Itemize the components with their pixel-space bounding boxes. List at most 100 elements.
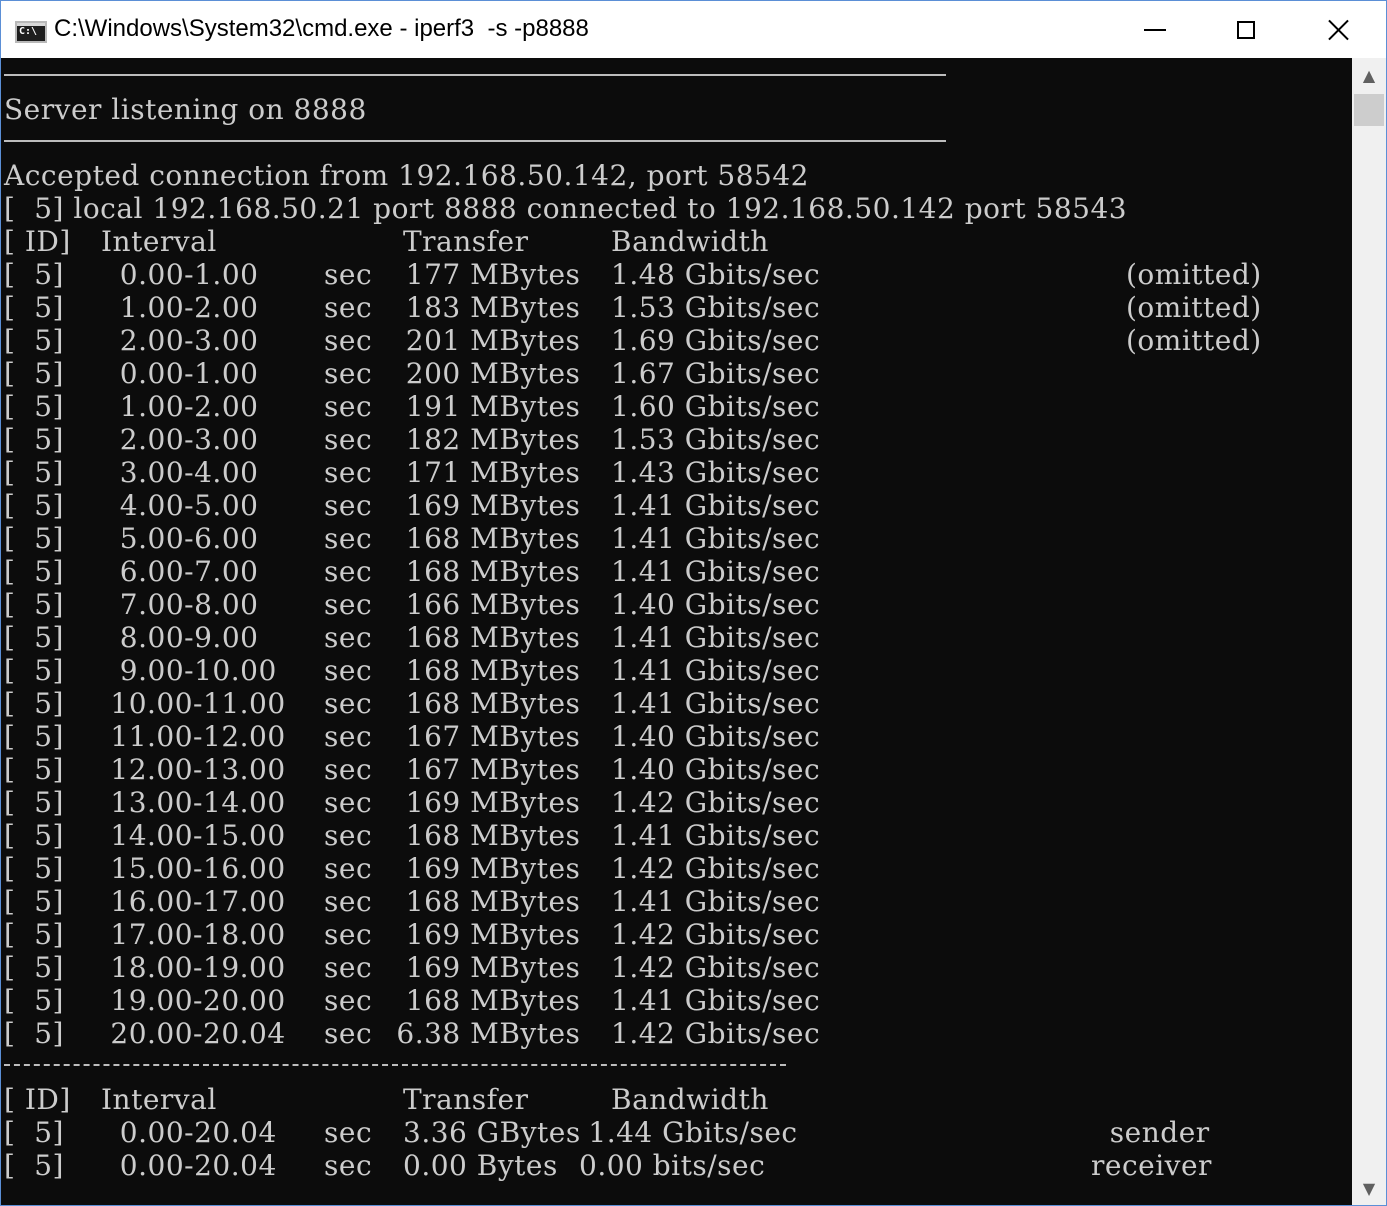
cell-transfer: 6.38 MBytes [387, 1017, 581, 1050]
cell-transfer: 169 MBytes [387, 852, 581, 885]
header-bandwidth: Bandwidth [611, 225, 769, 258]
cell-interval: 10.00-11.00 [101, 687, 286, 720]
cell-unit: sec [324, 753, 373, 786]
cell-interval: 4.00-5.00 [101, 489, 259, 522]
cell-note: receiver [1091, 1149, 1212, 1182]
cell-id: [ 5] [4, 786, 64, 819]
cell-interval: 12.00-13.00 [101, 753, 286, 786]
cell-note: (omitted) [1126, 258, 1262, 291]
cell-transfer: 169 MBytes [387, 951, 581, 984]
cell-interval: 1.00-2.00 [101, 291, 259, 324]
cell-unit: sec [324, 885, 373, 918]
scroll-up-icon[interactable]: ▲ [1352, 58, 1386, 92]
cell-bandwidth: 1.42 Gbits/sec [611, 1017, 821, 1050]
cell-bandwidth: 1.40 Gbits/sec [611, 588, 821, 621]
cell-interval: 0.00-1.00 [101, 258, 259, 291]
cell-interval: 8.00-9.00 [101, 621, 259, 654]
cell-unit: sec [324, 588, 373, 621]
cell-transfer: 3.36 GBytes [403, 1116, 581, 1149]
cell-interval: 5.00-6.00 [101, 522, 259, 555]
cell-unit: sec [324, 258, 373, 291]
cell-bandwidth: 1.41 Gbits/sec [611, 621, 821, 654]
cell-interval: 15.00-16.00 [101, 852, 286, 885]
cell-interval: 6.00-7.00 [101, 555, 259, 588]
cell-id: [ 5] [4, 1116, 64, 1149]
cell-interval: 19.00-20.00 [101, 984, 286, 1017]
local-line: [ 5] local 192.168.50.21 port 8888 conne… [4, 192, 1128, 225]
cell-unit: sec [324, 1017, 373, 1050]
cell-id: [ 5] [4, 357, 64, 390]
cell-id: [ 5] [4, 753, 64, 786]
cell-note: (omitted) [1126, 324, 1262, 357]
cell-id: [ 5] [4, 555, 64, 588]
separator-line [4, 140, 946, 142]
cell-interval: 11.00-12.00 [101, 720, 286, 753]
cell-transfer: 169 MBytes [387, 786, 581, 819]
cell-unit: sec [324, 819, 373, 852]
title-bar[interactable]: C:\ C:\Windows\System32\cmd.exe - iperf3… [1, 1, 1386, 58]
close-button[interactable] [1292, 1, 1384, 58]
cell-transfer: 183 MBytes [387, 291, 581, 324]
cell-id: [ 5] [4, 1149, 64, 1182]
cell-id: [ 5] [4, 324, 64, 357]
cell-id: [ 5] [4, 885, 64, 918]
cell-interval: 16.00-17.00 [101, 885, 286, 918]
vertical-scrollbar[interactable]: ▲ ▼ [1352, 58, 1386, 1205]
cell-interval: 9.00-10.00 [101, 654, 277, 687]
cell-bandwidth: 1.69 Gbits/sec [611, 324, 821, 357]
cell-bandwidth: 1.41 Gbits/sec [611, 489, 821, 522]
cell-interval: 20.00-20.04 [101, 1017, 286, 1050]
cell-transfer: 0.00 Bytes [403, 1149, 558, 1182]
close-icon [1327, 19, 1349, 41]
cell-bandwidth: 1.44 Gbits/sec [579, 1116, 798, 1149]
cell-bandwidth: 0.00 bits/sec [579, 1149, 766, 1182]
table-header: [ ID] Interval Transfer Bandwidth [4, 225, 768, 258]
cell-unit: sec [324, 456, 373, 489]
cell-id: [ 5] [4, 918, 64, 951]
minimize-button[interactable] [1109, 1, 1201, 58]
cell-id: [ 5] [4, 819, 64, 852]
accepted-line: Accepted connection from 192.168.50.142,… [4, 159, 809, 192]
cell-bandwidth: 1.42 Gbits/sec [611, 951, 821, 984]
header-bandwidth: Bandwidth [611, 1083, 769, 1116]
cell-transfer: 166 MBytes [387, 588, 581, 621]
cell-bandwidth: 1.43 Gbits/sec [611, 456, 821, 489]
cell-unit: sec [324, 984, 373, 1017]
maximize-button[interactable] [1200, 1, 1292, 58]
minimize-icon [1144, 28, 1166, 31]
cell-unit: sec [324, 1116, 373, 1149]
cell-unit: sec [324, 951, 373, 984]
header-interval: Interval [101, 225, 217, 258]
cell-interval: 13.00-14.00 [101, 786, 286, 819]
scrollbar-thumb[interactable] [1354, 94, 1384, 126]
cell-id: [ 5] [4, 687, 64, 720]
maximize-icon [1237, 20, 1255, 39]
console-output[interactable]: Server listening on 8888 Accepted connec… [1, 58, 1352, 1205]
cell-transfer: 201 MBytes [387, 324, 581, 357]
cell-transfer: 168 MBytes [387, 621, 581, 654]
cell-transfer: 169 MBytes [387, 489, 581, 522]
header-transfer: Transfer [403, 225, 529, 258]
cell-transfer: 168 MBytes [387, 654, 581, 687]
cell-unit: sec [324, 852, 373, 885]
cell-unit: sec [324, 489, 373, 522]
cell-unit: sec [324, 654, 373, 687]
cmd-icon[interactable]: C:\ [15, 21, 47, 43]
cell-bandwidth: 1.41 Gbits/sec [611, 885, 821, 918]
cell-unit: sec [324, 522, 373, 555]
cell-transfer: 168 MBytes [387, 555, 581, 588]
cell-unit: sec [324, 621, 373, 654]
cell-interval: 18.00-19.00 [101, 951, 286, 984]
cell-bandwidth: 1.40 Gbits/sec [611, 753, 821, 786]
cell-interval: 3.00-4.00 [101, 456, 259, 489]
cell-transfer: 177 MBytes [387, 258, 581, 291]
scroll-down-icon[interactable]: ▼ [1352, 1171, 1386, 1205]
cell-bandwidth: 1.60 Gbits/sec [611, 390, 821, 423]
cell-bandwidth: 1.42 Gbits/sec [611, 852, 821, 885]
cell-id: [ 5] [4, 720, 64, 753]
cell-bandwidth: 1.53 Gbits/sec [611, 291, 821, 324]
cell-id: [ 5] [4, 522, 64, 555]
cell-id: [ 5] [4, 258, 64, 291]
cell-transfer: 168 MBytes [387, 522, 581, 555]
cell-interval: 0.00-20.04 [101, 1149, 277, 1182]
